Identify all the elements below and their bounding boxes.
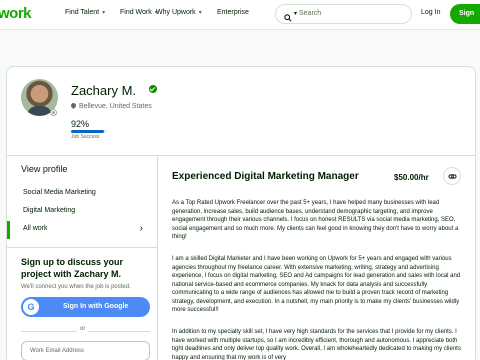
sidebar-item-digital-marketing[interactable]: Digital Marketing [7, 203, 157, 221]
search-bar[interactable]: ▾ Search [275, 4, 412, 24]
chevron-down-icon[interactable]: ▾ [294, 10, 297, 17]
location: Bellevue, United States [69, 101, 152, 110]
overview-paragraph: As a Top Rated Upwork Freelancer over th… [172, 200, 459, 240]
job-success-value: 92% [71, 119, 90, 129]
search-input[interactable]: Search [299, 10, 321, 17]
chevron-down-icon: ▾ [102, 10, 106, 16]
view-profile-heading: View profile [21, 164, 68, 174]
status-dot [50, 109, 57, 116]
chevron-down-icon: ▾ [198, 10, 202, 16]
search-icon [284, 9, 292, 27]
chevron-right-icon: › [139, 223, 143, 234]
google-icon: G [23, 299, 39, 315]
freelancer-name: Zachary M. [71, 83, 137, 98]
top-nav: work Find Talent ▾ Find Work ▾ Why Upwork ▾… [0, 0, 480, 30]
job-success-bar [71, 130, 107, 133]
overview-paragraph: In addition to my specialty skill set, I… [172, 329, 461, 360]
signup-cta-title: Sign up to discuss your project with Zac… [21, 257, 124, 279]
overview-paragraph: I am a skilled Digital Marketer and I ha… [172, 256, 461, 313]
link-icon [448, 174, 457, 179]
signup-cta-subtitle: We'll connect you when the job is posted… [21, 284, 131, 290]
location-pin-icon [69, 101, 78, 110]
login-link[interactable]: Log In [421, 9, 440, 16]
nav-why-upwork[interactable]: Why Upwork ▾ [156, 9, 202, 16]
share-button[interactable] [443, 167, 461, 185]
divider [7, 155, 475, 156]
divider [157, 155, 158, 360]
nav-find-talent[interactable]: Find Talent ▾ [65, 9, 105, 16]
job-success-label: Job Success [71, 134, 100, 140]
google-signin-button[interactable]: G Sign In with Google [21, 297, 150, 317]
profile-title: Experienced Digital Marketing Manager [172, 171, 359, 182]
sidebar-item-social-media-marketing[interactable]: Social Media Marketing [7, 185, 157, 203]
hourly-rate: $50.00/hr [394, 173, 429, 182]
or-separator: or [77, 326, 89, 332]
upwork-logo[interactable]: work [0, 5, 32, 22]
divider [7, 247, 157, 248]
signup-button[interactable]: Sign [450, 4, 480, 24]
sidebar-item-all-work[interactable]: All work › [7, 221, 157, 239]
profile-card: Zachary M. Bellevue, United States 92% J… [6, 66, 476, 360]
nav-enterprise[interactable]: Enterprise [217, 9, 249, 16]
email-field[interactable]: Work Email Address [21, 341, 150, 360]
verified-icon [149, 85, 157, 93]
nav-find-work[interactable]: Find Work ▾ [120, 9, 158, 16]
